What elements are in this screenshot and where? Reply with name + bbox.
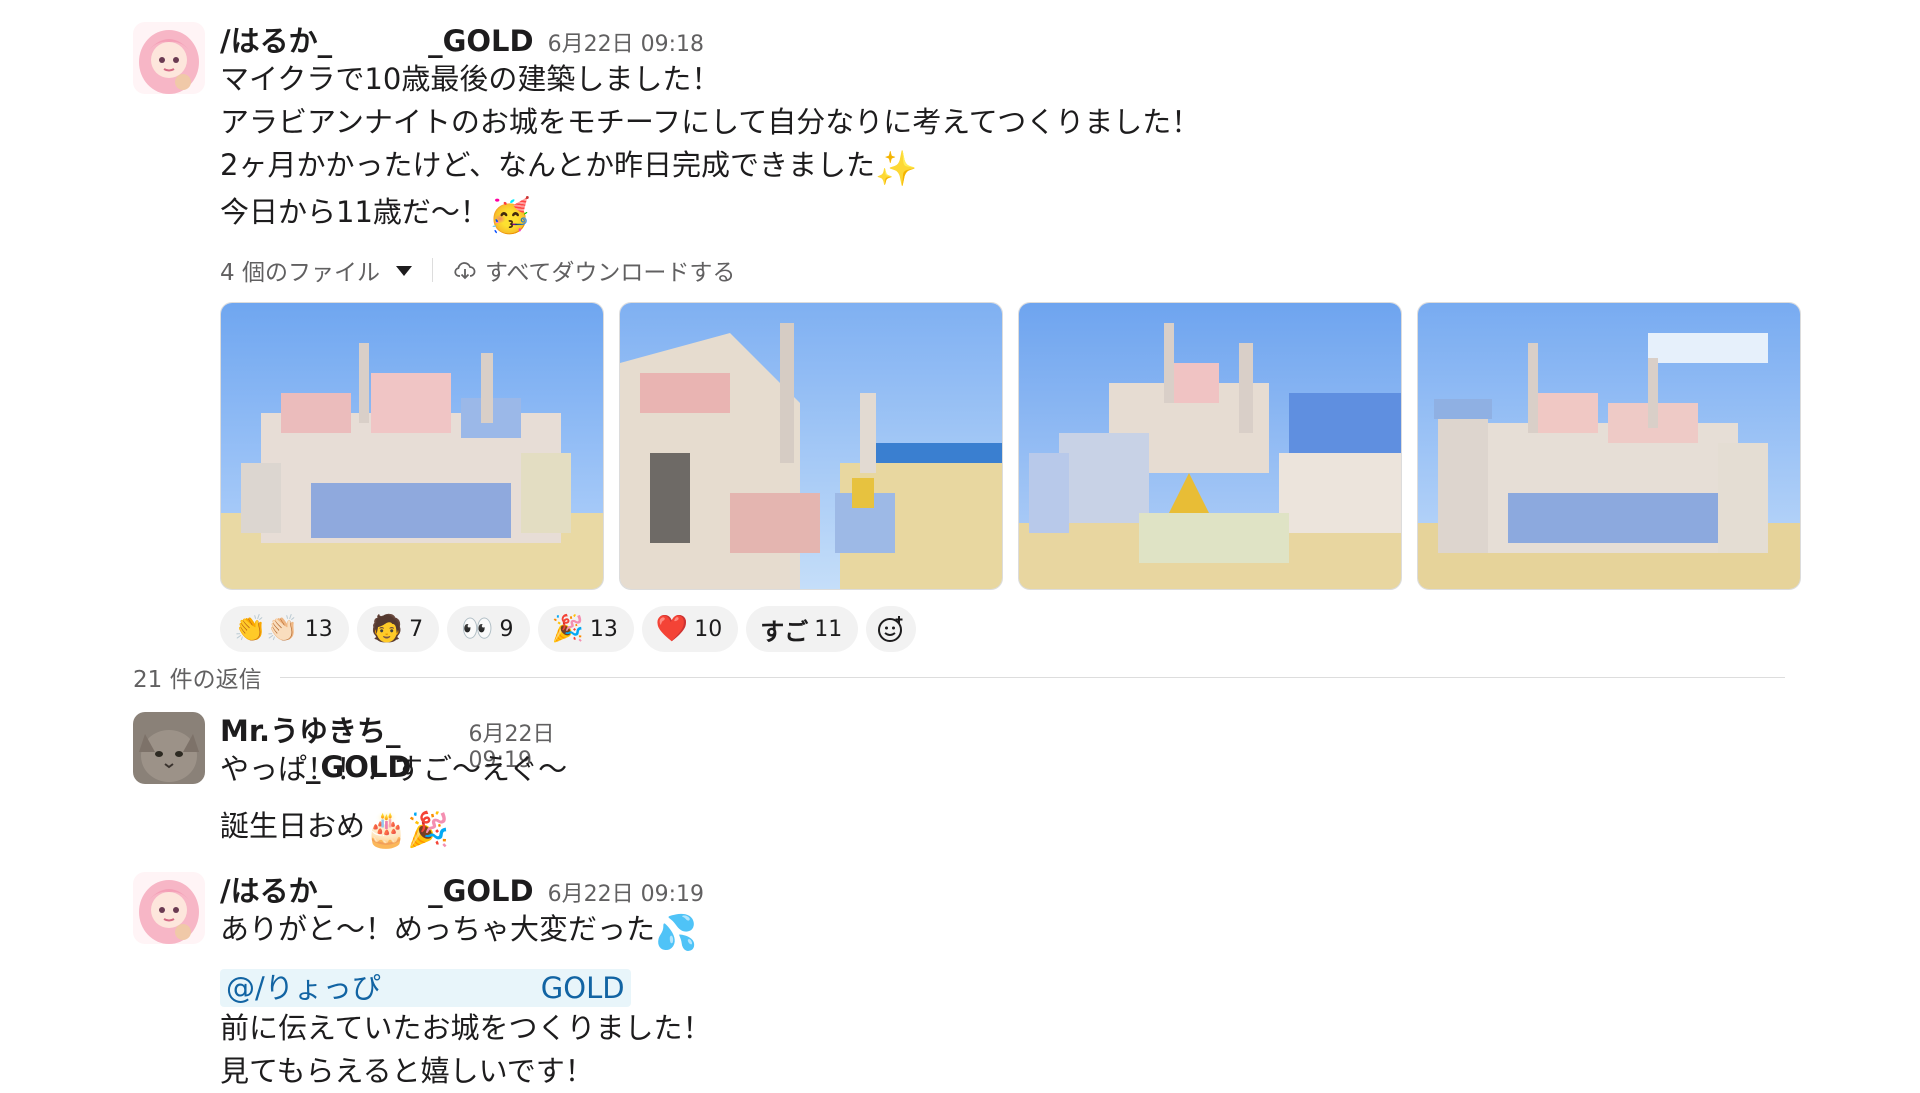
cake-party-emoji: 🎂🎉 [365,810,450,850]
reactions-bar: 👏👏🏻 13 🧑 7 👀 9 🎉 13 ❤️ 10 すご 11 [220,606,1801,652]
message-line: ありがと〜！めっちゃ大変だった💦 [220,912,698,953]
caret-down-icon [395,266,412,276]
image-thumbnail-2[interactable] [619,302,1003,590]
timestamp[interactable]: 6月22日 09:19 [548,876,704,908]
reaction-face[interactable]: 🧑 7 [356,606,440,652]
add-reaction-icon [878,616,903,642]
message-line: アラビアンナイトのお城をモチーフにして自分なりに考えてつくりました！ [220,105,1201,139]
message-line: やっぱ！！！すご〜えぐ〜 [220,752,568,786]
image-gallery [220,302,1801,590]
timestamp[interactable]: 6月22日 09:18 [548,26,704,58]
author-name[interactable]: /はるか_ _GOLD [220,868,534,910]
message-line: 見てもらえると嬉しいです！ [220,1054,594,1088]
partying-face-emoji: 🥳 [488,196,532,236]
download-all-button[interactable]: すべてダウンロードする [453,253,735,287]
message-line: 2ヶ月かかったけど、なんとか昨日完成できました✨ [220,148,918,189]
user-mention[interactable]: @/りょっぴ GOLD [220,969,631,1007]
image-thumbnail-3[interactable] [1018,302,1402,590]
message-line: 今日から11歳だ〜！🥳 [220,195,532,236]
download-label: すべてダウンロードする [484,260,736,286]
reaction-clap[interactable]: 👏👏🏻 13 [220,606,349,652]
avatar-haruka[interactable] [133,872,205,944]
reaction-eyes[interactable]: 👀 9 [447,606,530,652]
sparkles-emoji: ✨ [875,149,918,189]
image-thumbnail-1[interactable] [220,302,604,590]
replies-divider: 21 件の返信 [133,660,1785,694]
replies-count: 21 件の返信 [133,667,262,693]
sweat-drops-emoji: 💦 [655,913,698,953]
files-bar: 4 個のファイル すべてダウンロードする [220,250,1801,290]
avatar-haruka[interactable] [133,22,205,94]
cloud-download-icon [454,262,476,280]
avatar-uyukichi[interactable] [133,712,205,784]
message-line: マイクラで10歳最後の建築しました！ [220,62,721,96]
divider-line [279,676,1785,678]
reaction-heart[interactable]: ❤️ 10 [641,606,739,652]
message-line: 誕生日おめ🎂🎉 [220,809,450,850]
divider [431,258,433,282]
image-thumbnail-4[interactable] [1417,302,1801,590]
author-name[interactable]: /はるか_ _GOLD [220,18,534,60]
reaction-sugoi[interactable]: すご 11 [746,606,859,652]
files-toggle[interactable]: 4 個のファイル [220,253,412,287]
reaction-tada[interactable]: 🎉 13 [537,606,634,652]
files-label: 4 個のファイル [220,260,380,286]
add-reaction-button[interactable] [866,606,917,652]
message-line: 前に伝えていたお城をつくりました！ [220,1011,712,1045]
